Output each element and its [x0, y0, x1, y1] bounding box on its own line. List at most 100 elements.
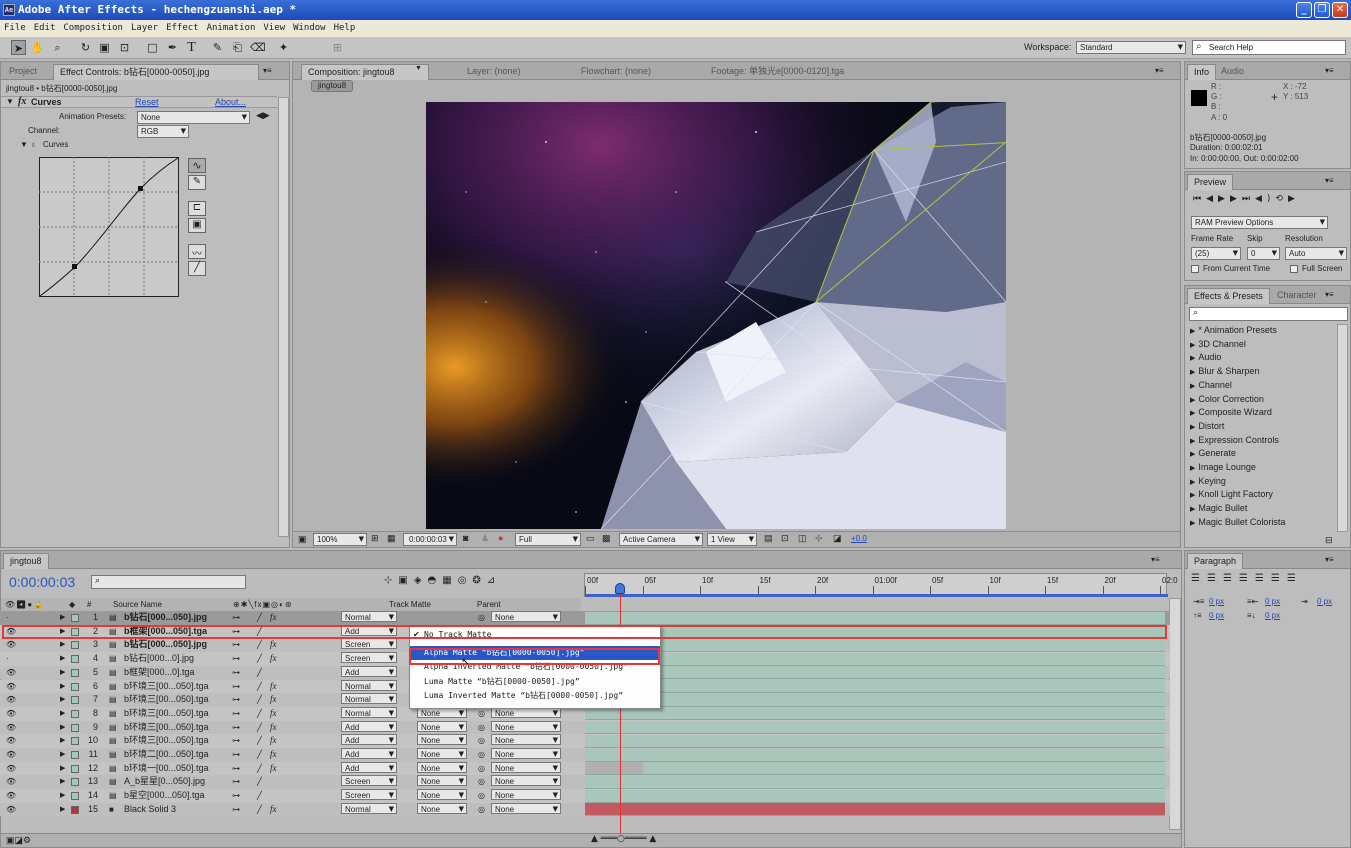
curve-tool-icon[interactable]: ∿ [188, 158, 206, 173]
effect-switch-icon[interactable]: fx [270, 638, 277, 651]
comp-name-chip[interactable]: jingtou8 [311, 80, 354, 92]
about-link[interactable]: About... [215, 97, 246, 107]
layer-duration-bar[interactable] [585, 803, 1165, 817]
ram-preview-dropdown[interactable]: RAM Preview Options [1191, 216, 1328, 229]
track-matte-option[interactable]: ✔ No Track Matte [410, 628, 660, 642]
parent-dropdown[interactable]: None [491, 748, 561, 760]
quality-switch-icon[interactable]: ╱ [257, 611, 262, 624]
pencil-tool-icon[interactable]: ✎ [188, 175, 206, 190]
view-layout-dropdown[interactable]: 1 View [707, 533, 757, 546]
parent-dropdown[interactable]: None [491, 611, 561, 623]
visibility-eye-icon[interactable]: 👁 [6, 748, 16, 761]
effects-scrollbar[interactable] [1337, 324, 1348, 532]
draft-3d-icon[interactable]: ◈ [414, 575, 428, 586]
effect-switch-icon[interactable]: fx [270, 707, 277, 720]
effects-list-item[interactable]: ▶ Image Lounge [1190, 461, 1256, 475]
layer-label-color[interactable] [71, 723, 79, 732]
quality-switch-icon[interactable]: ╱ [257, 734, 262, 747]
full-screen-checkbox[interactable] [1290, 265, 1298, 273]
play-icon[interactable]: ▶ [1218, 194, 1230, 204]
indent-first-value[interactable]: 0 px [1317, 597, 1332, 606]
pick-whip-icon[interactable]: ◎ [478, 762, 485, 775]
preset-nav-icon[interactable]: ◀▶ [256, 111, 270, 121]
shy-switch-icon[interactable]: ⊶ [232, 734, 240, 747]
layer-label-color[interactable] [71, 641, 79, 650]
composition-viewer[interactable] [426, 102, 1006, 529]
blend-mode-dropdown[interactable]: Add [341, 734, 397, 746]
visibility-eye-icon[interactable]: 👁 [6, 666, 16, 679]
blend-mode-dropdown[interactable]: Add [341, 748, 397, 760]
justify-last-left-icon[interactable]: ☰ [1239, 573, 1255, 584]
blend-mode-dropdown[interactable]: Screen [341, 789, 397, 801]
layer-expand-arrow-icon[interactable]: ▶ [60, 625, 65, 638]
effect-switch-icon[interactable]: fx [270, 803, 277, 816]
menu-edit[interactable]: Edit [30, 20, 60, 37]
expand-arrow-icon[interactable]: ▶ [1190, 424, 1195, 431]
tab-character[interactable]: Character [1271, 288, 1323, 304]
shy-switch-icon[interactable]: ⊶ [232, 775, 240, 788]
visibility-eye-icon[interactable]: 👁 [6, 789, 16, 802]
layer-label-color[interactable] [71, 805, 79, 814]
shy-switch-icon[interactable]: ⊶ [232, 721, 240, 734]
expand-arrow-icon[interactable]: ▶ [1190, 410, 1195, 417]
source-name-header[interactable]: Source Name [113, 598, 162, 611]
reset-link[interactable]: Reset [135, 97, 159, 107]
effects-list-item[interactable]: ▶ Generate [1190, 447, 1236, 461]
justify-last-center-icon[interactable]: ☰ [1255, 573, 1271, 584]
new-folder-icon[interactable]: ⊟ [1325, 535, 1333, 546]
save-icon[interactable]: ▣ [188, 218, 206, 233]
graph-editor-icon[interactable]: ⊿ [487, 575, 501, 586]
menu-animation[interactable]: Animation [203, 20, 260, 37]
blend-mode-dropdown[interactable]: Add [341, 624, 397, 637]
panel-menu-icon[interactable]: ▾≡ [1151, 555, 1160, 564]
layer-expand-arrow-icon[interactable]: ▶ [60, 707, 65, 720]
layer-expand-arrow-icon[interactable]: ▶ [60, 652, 65, 665]
shy-switch-icon[interactable]: ⊶ [232, 652, 240, 665]
blend-mode-dropdown[interactable]: Screen [341, 775, 397, 787]
parent-dropdown[interactable]: None [491, 775, 561, 787]
layer-label-color[interactable] [71, 627, 79, 636]
blend-mode-dropdown[interactable]: Screen [341, 652, 397, 664]
resolution-dropdown[interactable]: Auto [1285, 247, 1347, 260]
visibility-eye-icon[interactable]: 👁 [6, 707, 16, 720]
tab-footage[interactable]: Footage: 单独光e[0000-0120].tga [705, 64, 850, 80]
expand-arrow-icon[interactable]: ▶ [1190, 506, 1195, 513]
next-frame-icon[interactable]: ▶ [1230, 194, 1242, 204]
layer-duration-bar[interactable] [585, 625, 1165, 639]
visibility-eye-icon[interactable]: · [6, 652, 9, 665]
effect-switch-icon[interactable]: fx [270, 734, 277, 747]
layer-label-color[interactable] [71, 614, 79, 622]
parent-dropdown[interactable]: None [491, 802, 561, 815]
track-matte-dropdown[interactable]: None [417, 734, 467, 746]
layer-duration-bar[interactable] [585, 652, 1165, 666]
effects-list-item[interactable]: ▶ * Animation Presets [1190, 324, 1277, 338]
track-matte-dropdown[interactable]: None [417, 720, 467, 733]
shy-switch-icon[interactable]: ⊶ [232, 611, 240, 624]
tab-composition[interactable]: Composition: jingtou8 [301, 64, 429, 80]
pick-whip-icon[interactable]: ◎ [478, 748, 485, 761]
panel-menu-icon[interactable]: ▾≡ [1325, 66, 1334, 75]
effect-switch-icon[interactable]: fx [270, 680, 277, 693]
open-icon[interactable]: ⊏ [188, 201, 206, 216]
expand-arrow-icon[interactable]: ▶ [1190, 342, 1195, 349]
tab-flowchart[interactable]: Flowchart: (none) [575, 64, 657, 80]
expand-arrow-icon[interactable]: ▶ [1190, 492, 1195, 499]
axis-mode-icon[interactable]: ⊞ [330, 40, 345, 55]
expand-arrow-icon[interactable]: ▶ [1190, 383, 1195, 390]
align-left-icon[interactable]: ☰ [1191, 573, 1207, 584]
minimize-button[interactable]: _ [1296, 2, 1312, 18]
pick-whip-icon[interactable]: ◎ [478, 721, 485, 734]
effects-list-item[interactable]: ▶ Keying [1190, 475, 1226, 489]
expand-arrow-icon[interactable]: ▶ [1190, 479, 1195, 486]
layer-duration-bar[interactable] [585, 775, 1165, 789]
show-snapshot-icon[interactable]: ♟ [481, 533, 489, 544]
blend-mode-dropdown[interactable]: Add [341, 761, 397, 774]
indent-left-value[interactable]: 0 px [1209, 597, 1224, 606]
panel-menu-icon[interactable]: ▾≡ [1325, 555, 1334, 564]
layer-duration-bar[interactable] [585, 611, 1165, 625]
shy-switch-icon[interactable]: ⊶ [232, 693, 240, 706]
curves-expand-icon[interactable]: ▼ ♁ [20, 140, 36, 149]
eraser-tool-icon[interactable]: ⌫ [250, 40, 266, 55]
layer-expand-arrow-icon[interactable]: ▶ [60, 775, 65, 788]
quality-switch-icon[interactable]: ╱ [257, 803, 262, 816]
